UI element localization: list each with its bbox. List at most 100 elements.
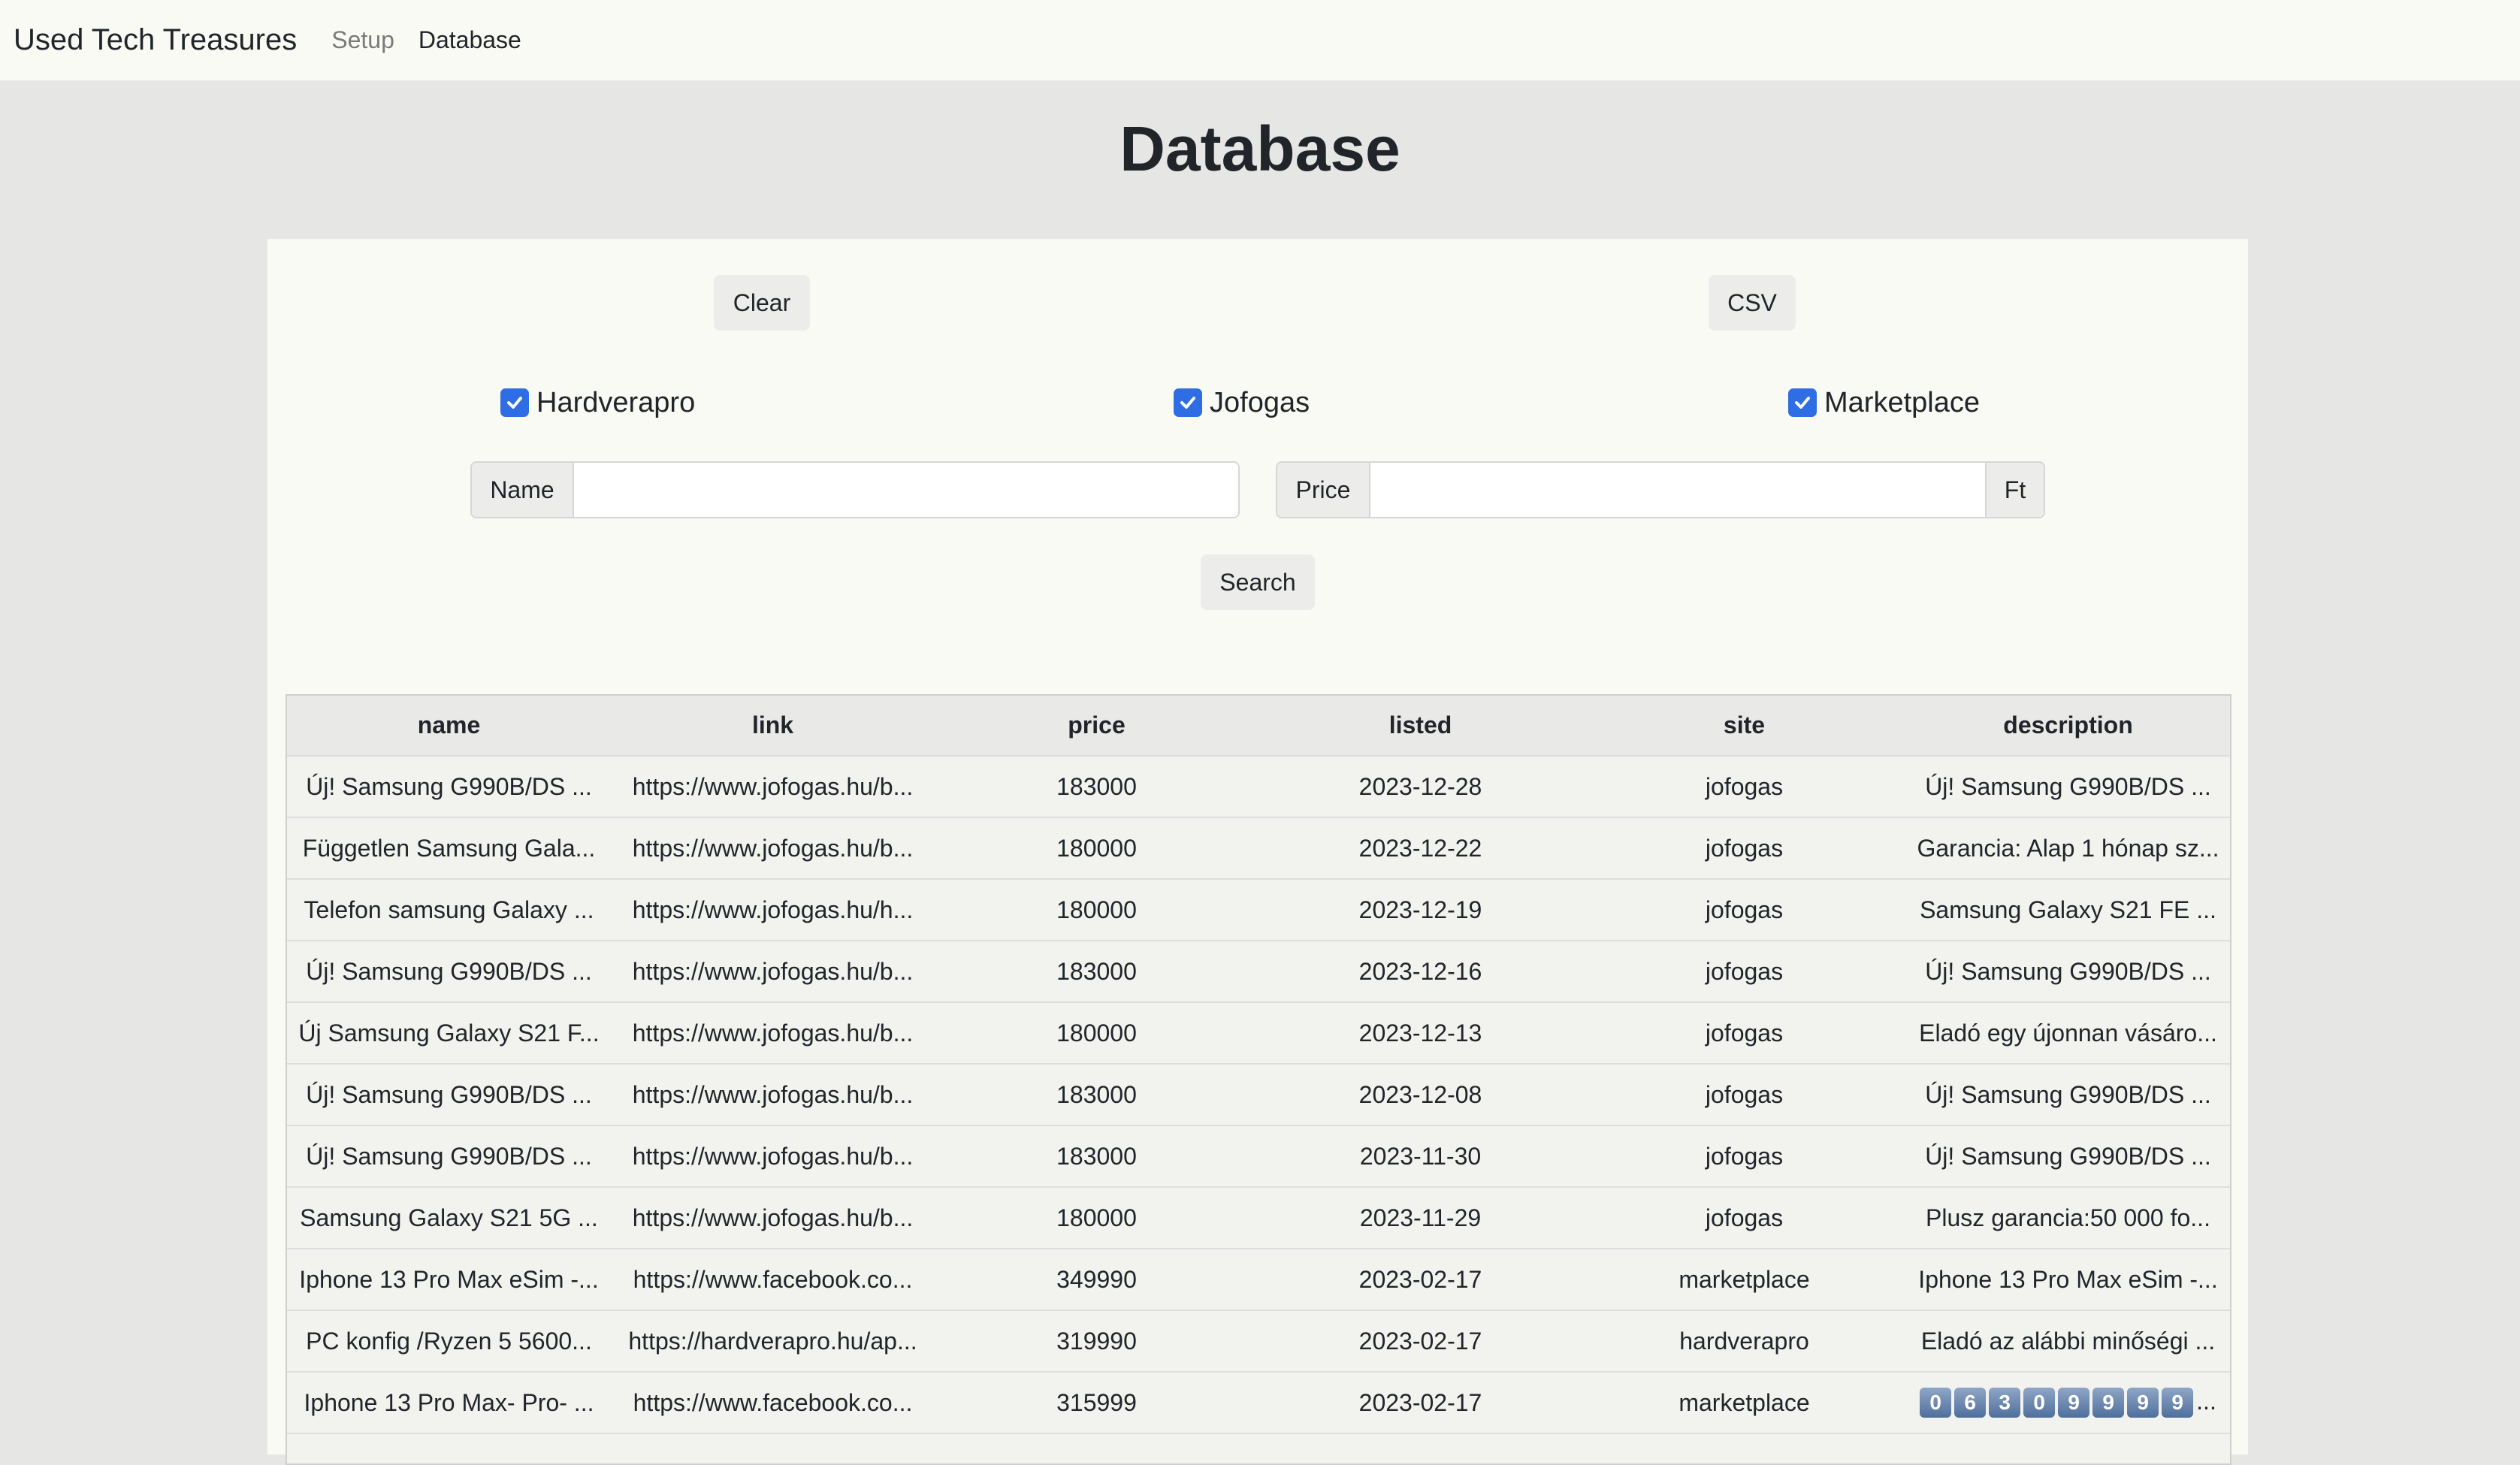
cell-price: 183000 [935, 755, 1258, 817]
table-row[interactable]: Iphone 13 Pro Max- Pro- ... https://www.f… [287, 1371, 2230, 1433]
marketplace-label: Marketplace [1824, 386, 1980, 418]
cell-name: Iphone 13 Pro Max- Pro- ... [287, 1371, 611, 1433]
csv-button[interactable]: CSV [1709, 275, 1796, 331]
cell-price: 183000 [935, 940, 1258, 1002]
name-input[interactable] [574, 463, 1238, 517]
price-input[interactable] [1370, 463, 1985, 517]
clear-button[interactable]: Clear [714, 275, 810, 331]
filter-hardverapro[interactable]: Hardverapro [500, 380, 695, 425]
cell-name: Független Samsung Gala... [287, 817, 611, 879]
name-addon: Name [472, 463, 574, 517]
cell-price: 180000 [935, 1001, 1258, 1064]
checkmark-icon [1180, 397, 1195, 409]
table-row[interactable]: Telefon samsung Galaxy ... https://www.jo… [287, 878, 2230, 941]
table-row[interactable]: Új! Samsung G990B/DS ... https://www.jofo… [287, 940, 2230, 1002]
column-header-price[interactable]: price [935, 696, 1258, 756]
cell-link[interactable]: https://www.jofogas.hu/b... [611, 817, 935, 879]
keycap-digit-icon: 9 [2162, 1388, 2194, 1418]
marketplace-checkbox[interactable] [1788, 388, 1817, 417]
cell-listed: 2023-12-28 [1258, 755, 1582, 817]
search-panel: Clear CSV Hardverapro Jofogas Marketplac… [267, 239, 2248, 1465]
table-row[interactable]: PC konfig /Ryzen 5 5600... https://hardve… [287, 1309, 2230, 1372]
cell-description: Új! Samsung G990B/DS ... [1906, 1063, 2230, 1125]
column-header-listed[interactable]: listed [1258, 696, 1582, 756]
cell-description: Eladó egy újonnan vásáro... [1906, 1001, 2230, 1064]
cell-empty [1258, 1433, 1582, 1463]
nav-link-database[interactable]: Database [418, 26, 521, 54]
cell-site: jofogas [1582, 878, 1906, 941]
search-button[interactable]: Search [1201, 554, 1315, 610]
cell-description: Garancia: Alap 1 hónap sz... [1906, 817, 2230, 879]
cell-listed: 2023-02-17 [1258, 1309, 1582, 1372]
cell-link[interactable]: https://www.jofogas.hu/b... [611, 1001, 935, 1064]
cell-name: Iphone 13 Pro Max eSim -... [287, 1248, 611, 1310]
checkmark-icon [507, 397, 522, 409]
keycap-digits: 0 6 3 0 9 9 9 9... [1920, 1388, 2216, 1418]
filter-jofogas[interactable]: Jofogas [1174, 380, 1310, 425]
table-row[interactable]: Iphone 13 Pro Max eSim -... https://www.f… [287, 1248, 2230, 1310]
cell-link[interactable]: https://www.jofogas.hu/b... [611, 1125, 935, 1187]
table-row[interactable]: Új! Samsung G990B/DS ... https://www.jofo… [287, 1063, 2230, 1125]
cell-link[interactable]: https://www.jofogas.hu/b... [611, 1186, 935, 1249]
cell-empty [935, 1433, 1258, 1463]
cell-site: jofogas [1582, 817, 1906, 879]
cell-link[interactable]: https://www.facebook.co... [611, 1248, 935, 1310]
cell-link[interactable]: https://www.jofogas.hu/h... [611, 878, 935, 941]
jofogas-checkbox[interactable] [1174, 388, 1202, 417]
cell-price: 180000 [935, 878, 1258, 941]
name-input-group: Name [470, 461, 1240, 518]
cell-description: 0 6 3 0 9 9 9 9... [1906, 1371, 2230, 1433]
jofogas-label: Jofogas [1210, 386, 1310, 418]
keycap-digit-icon: 9 [2058, 1388, 2090, 1418]
cell-link[interactable]: https://www.jofogas.hu/b... [611, 1063, 935, 1125]
hardverapro-checkbox[interactable] [500, 388, 529, 417]
page-title: Database [1119, 113, 1401, 184]
table-row[interactable]: Új! Samsung G990B/DS ... https://www.jofo… [287, 755, 2230, 817]
cell-description: Eladó az alábbi minőségi ... [1906, 1309, 2230, 1372]
cell-site: marketplace [1582, 1371, 1906, 1433]
cell-price: 180000 [935, 1186, 1258, 1249]
brand-link[interactable]: Used Tech Treasures [14, 23, 297, 57]
table-row[interactable]: Új! Samsung G990B/DS ... https://www.jofo… [287, 1125, 2230, 1187]
column-header-name[interactable]: name [287, 696, 611, 756]
cell-site: jofogas [1582, 755, 1906, 817]
results-table: name link price listed site description … [286, 694, 2231, 1465]
cell-description: Új! Samsung G990B/DS ... [1906, 755, 2230, 817]
column-header-description[interactable]: description [1906, 696, 2230, 756]
cell-name: Új! Samsung G990B/DS ... [287, 755, 611, 817]
table-row[interactable]: Független Samsung Gala... https://www.jof… [287, 817, 2230, 879]
table-row[interactable] [287, 1433, 2230, 1463]
cell-link[interactable]: https://www.jofogas.hu/b... [611, 755, 935, 817]
hardverapro-label: Hardverapro [536, 386, 696, 418]
cell-description: Új! Samsung G990B/DS ... [1906, 1125, 2230, 1187]
table-row[interactable]: Samsung Galaxy S21 5G ... https://www.jof… [287, 1186, 2230, 1249]
cell-price: 183000 [935, 1125, 1258, 1187]
cell-description: Samsung Galaxy S21 FE ... [1906, 878, 2230, 941]
column-header-link[interactable]: link [611, 696, 935, 756]
cell-listed: 2023-02-17 [1258, 1248, 1582, 1310]
cell-link[interactable]: https://www.jofogas.hu/b... [611, 940, 935, 1002]
cell-listed: 2023-11-29 [1258, 1186, 1582, 1249]
cell-site: jofogas [1582, 940, 1906, 1002]
cell-name: PC konfig /Ryzen 5 5600... [287, 1309, 611, 1372]
price-addon: Price [1277, 463, 1370, 517]
nav-link-setup[interactable]: Setup [331, 26, 394, 54]
cell-listed: 2023-12-08 [1258, 1063, 1582, 1125]
cell-name: Telefon samsung Galaxy ... [287, 878, 611, 941]
cell-link[interactable]: https://www.facebook.co... [611, 1371, 935, 1433]
keycap-digit-icon: 0 [1920, 1388, 1952, 1418]
cell-price: 180000 [935, 817, 1258, 879]
cell-price: 319990 [935, 1309, 1258, 1372]
cell-link[interactable]: https://hardverapro.hu/ap... [611, 1309, 935, 1372]
cell-empty [1582, 1433, 1906, 1463]
cell-name: Új! Samsung G990B/DS ... [287, 940, 611, 1002]
cell-site: marketplace [1582, 1248, 1906, 1310]
filter-marketplace[interactable]: Marketplace [1788, 380, 1980, 425]
keycap-digit-icon: 9 [2127, 1388, 2159, 1418]
cell-listed: 2023-12-19 [1258, 878, 1582, 941]
column-header-site[interactable]: site [1582, 696, 1906, 756]
keycap-digit-icon: 0 [2023, 1388, 2056, 1418]
cell-site: hardverapro [1582, 1309, 1906, 1372]
table-row[interactable]: Új Samsung Galaxy S21 F... https://www.jo… [287, 1001, 2230, 1064]
cell-empty [1906, 1433, 2230, 1463]
